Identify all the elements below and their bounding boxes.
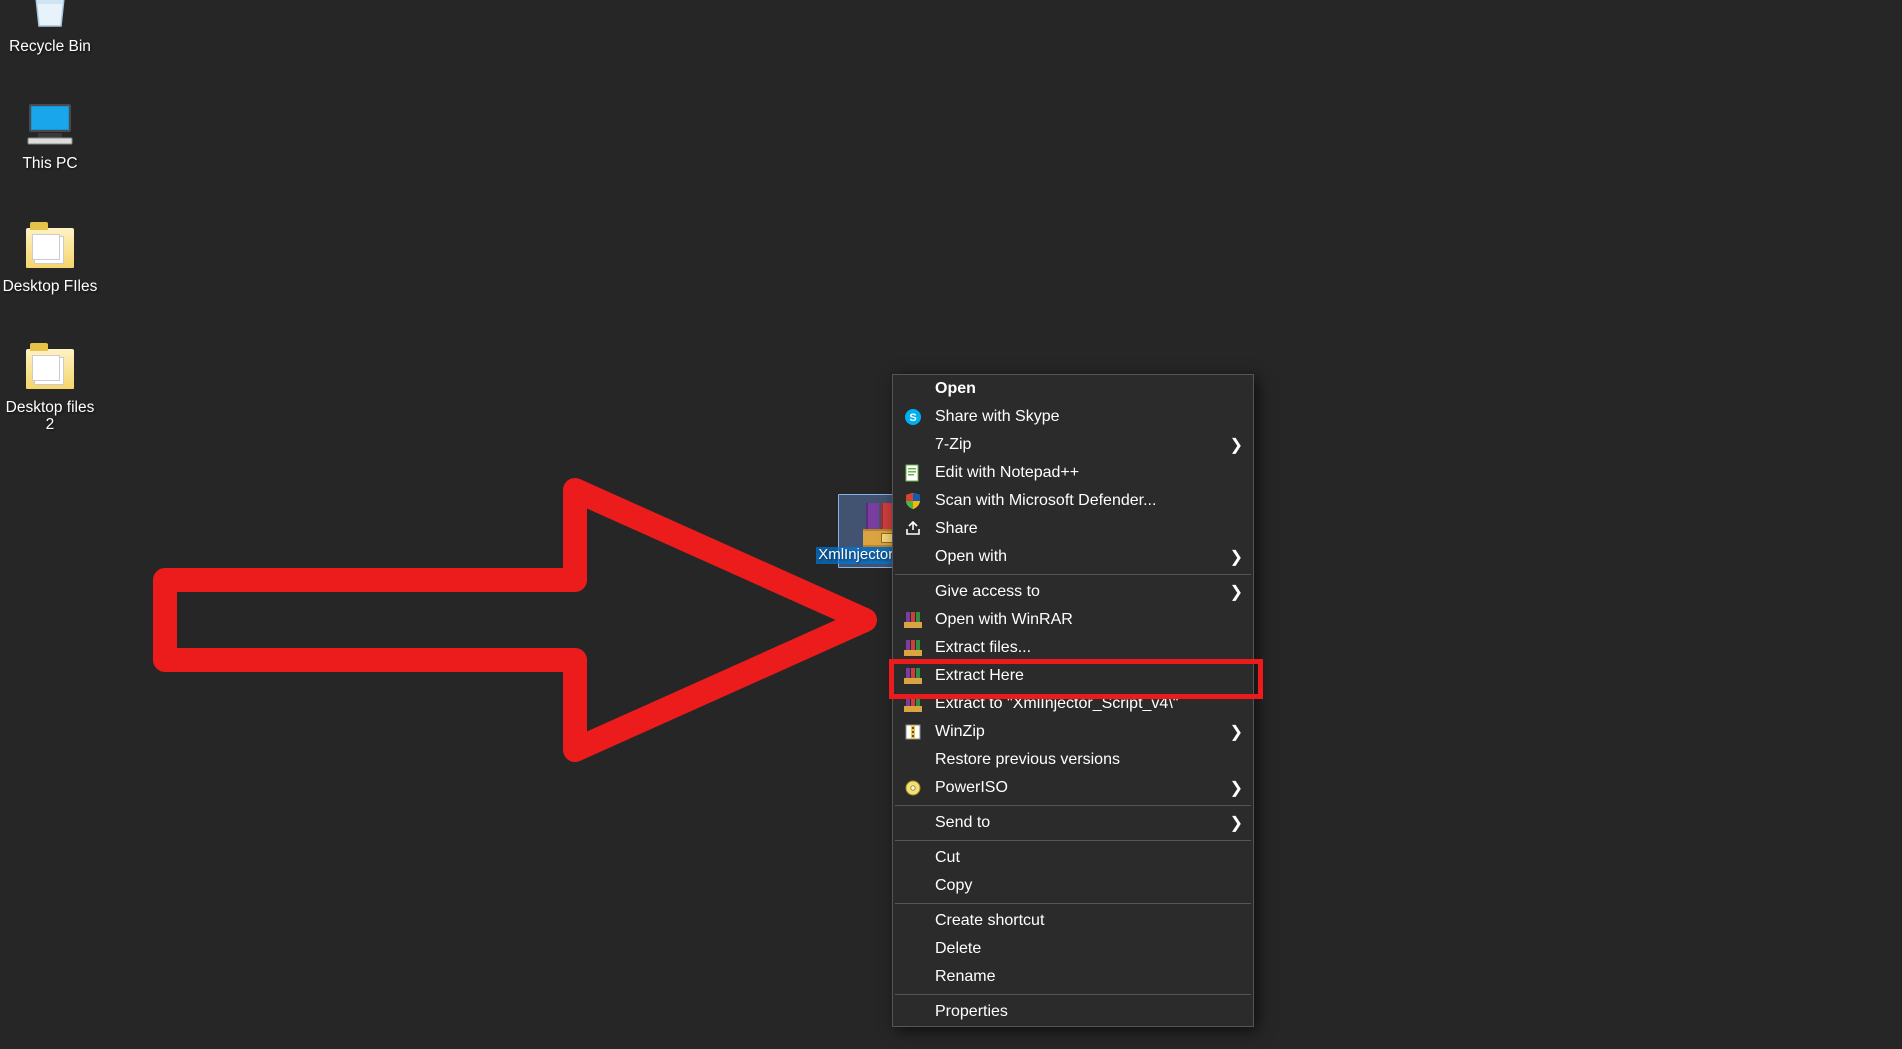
share-icon — [903, 519, 923, 539]
menu-item-label: Give access to — [935, 583, 1040, 601]
menu-separator — [895, 903, 1251, 904]
context-menu-delete[interactable]: Delete — [893, 935, 1253, 963]
menu-item-label: Rename — [935, 968, 995, 986]
context-menu-open[interactable]: Open — [893, 375, 1253, 403]
skype-icon: S — [903, 407, 923, 427]
svg-text:S: S — [909, 412, 916, 424]
submenu-arrow-icon: ❯ — [1230, 435, 1243, 455]
annotation-arrow — [145, 470, 885, 770]
desktop-icon-recycle-bin[interactable]: Recycle Bin — [0, 0, 100, 61]
desktop-icon-grid: Recycle Bin This PC Desktop FIles Deskto… — [0, 0, 100, 439]
context-menu-extract-files[interactable]: Extract files... — [893, 634, 1253, 662]
menu-separator — [895, 574, 1251, 575]
menu-separator — [895, 840, 1251, 841]
folder-icon — [24, 222, 76, 274]
menu-item-label: Copy — [935, 877, 972, 895]
menu-separator — [895, 805, 1251, 806]
context-menu: Open S Share with Skype 7-Zip ❯ Edit wit… — [892, 374, 1254, 1027]
menu-item-label: Open with WinRAR — [935, 611, 1073, 629]
menu-separator — [895, 994, 1251, 995]
menu-item-label: Delete — [935, 940, 981, 958]
context-menu-extract-here[interactable]: Extract Here — [893, 662, 1253, 690]
context-menu-share[interactable]: Share — [893, 515, 1253, 543]
winrar-icon — [903, 666, 923, 686]
submenu-arrow-icon: ❯ — [1230, 547, 1243, 567]
context-menu-copy[interactable]: Copy — [893, 872, 1253, 900]
desktop-icon-label: Desktop files 2 — [6, 399, 95, 433]
menu-item-label: Extract to "XmlInjector_Script_v4\" — [935, 695, 1178, 713]
desktop-icon-folder-1[interactable]: Desktop FIles — [0, 216, 100, 301]
context-menu-winzip[interactable]: WinZip ❯ — [893, 718, 1253, 746]
menu-item-label: Open — [935, 380, 976, 398]
menu-item-label: Open with — [935, 548, 1007, 566]
this-pc-icon — [24, 99, 76, 151]
menu-item-label: WinZip — [935, 723, 985, 741]
winrar-icon — [903, 694, 923, 714]
context-menu-cut[interactable]: Cut — [893, 844, 1253, 872]
desktop-icon-folder-2[interactable]: Desktop files 2 — [0, 337, 100, 439]
menu-item-label: Properties — [935, 1003, 1008, 1021]
submenu-arrow-icon: ❯ — [1230, 778, 1243, 798]
submenu-arrow-icon: ❯ — [1230, 813, 1243, 833]
winzip-icon — [903, 722, 923, 742]
folder-icon — [24, 343, 76, 395]
context-menu-edit-notepad[interactable]: Edit with Notepad++ — [893, 459, 1253, 487]
winrar-icon — [903, 638, 923, 658]
menu-item-label: 7-Zip — [935, 436, 971, 454]
desktop-icon-label: Recycle Bin — [9, 38, 91, 55]
menu-item-label: Extract files... — [935, 639, 1031, 657]
menu-item-label: Send to — [935, 814, 990, 832]
menu-item-label: Extract Here — [935, 667, 1024, 685]
context-menu-give-access[interactable]: Give access to ❯ — [893, 578, 1253, 606]
menu-item-label: Scan with Microsoft Defender... — [935, 492, 1156, 510]
menu-item-label: Edit with Notepad++ — [935, 464, 1079, 482]
context-menu-scan-defender[interactable]: Scan with Microsoft Defender... — [893, 487, 1253, 515]
context-menu-restore-previous[interactable]: Restore previous versions — [893, 746, 1253, 774]
menu-item-label: Create shortcut — [935, 912, 1044, 930]
context-menu-extract-to[interactable]: Extract to "XmlInjector_Script_v4\" — [893, 690, 1253, 718]
context-menu-properties[interactable]: Properties — [893, 998, 1253, 1026]
menu-item-label: Restore previous versions — [935, 751, 1120, 769]
menu-item-label: Share with Skype — [935, 408, 1060, 426]
desktop-icon-label: This PC — [22, 155, 77, 172]
submenu-arrow-icon: ❯ — [1230, 582, 1243, 602]
menu-item-label: Cut — [935, 849, 960, 867]
notepad-icon — [903, 463, 923, 483]
context-menu-poweriso[interactable]: PowerISO ❯ — [893, 774, 1253, 802]
context-menu-create-shortcut[interactable]: Create shortcut — [893, 907, 1253, 935]
context-menu-7zip[interactable]: 7-Zip ❯ — [893, 431, 1253, 459]
submenu-arrow-icon: ❯ — [1230, 722, 1243, 742]
menu-item-label: PowerISO — [935, 779, 1008, 797]
context-menu-send-to[interactable]: Send to ❯ — [893, 809, 1253, 837]
recycle-bin-icon — [24, 0, 76, 34]
desktop-icon-label: Desktop FIles — [3, 278, 98, 295]
context-menu-rename[interactable]: Rename — [893, 963, 1253, 991]
context-menu-share-skype[interactable]: S Share with Skype — [893, 403, 1253, 431]
context-menu-open-winrar[interactable]: Open with WinRAR — [893, 606, 1253, 634]
poweriso-icon — [903, 778, 923, 798]
desktop-icon-this-pc[interactable]: This PC — [0, 93, 100, 178]
winrar-icon — [903, 610, 923, 630]
context-menu-open-with[interactable]: Open with ❯ — [893, 543, 1253, 571]
defender-shield-icon — [903, 491, 923, 511]
menu-item-label: Share — [935, 520, 978, 538]
